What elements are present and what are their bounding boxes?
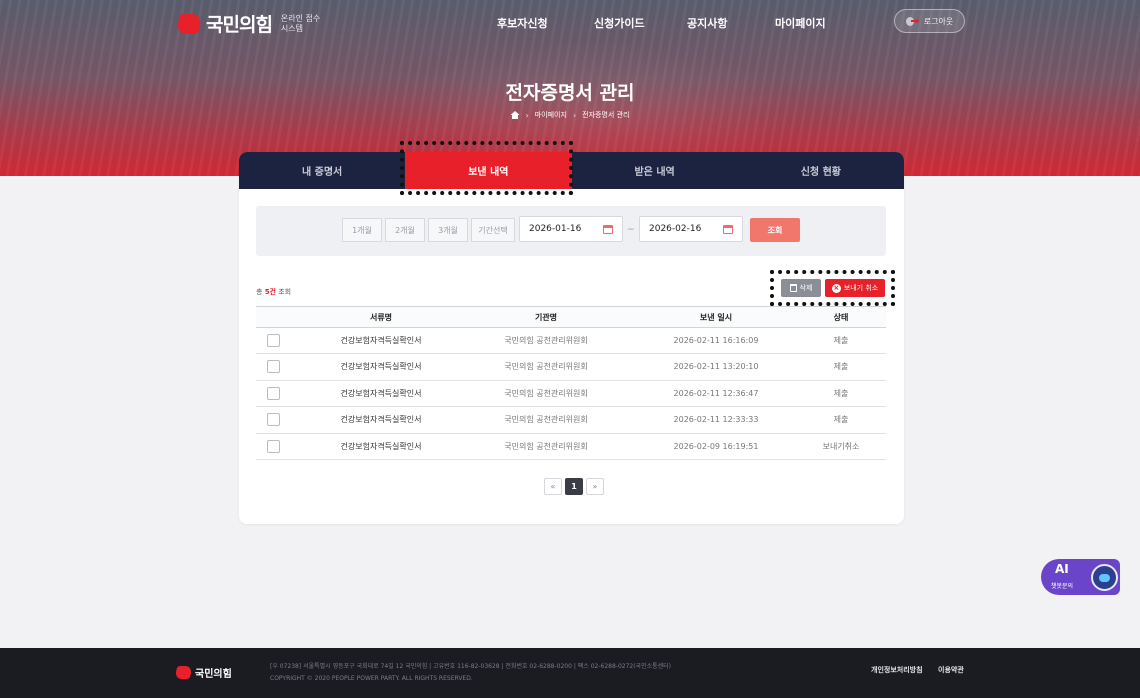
page-1-button[interactable]: 1	[565, 478, 583, 495]
pagination: « 1 »	[544, 478, 604, 495]
cell-organization: 국민의힘 공천관리위원회	[504, 441, 588, 451]
date-filter-panel: 1개월 2개월 3개월 기간선택 2026-01-16 ~ 2026-02-16…	[256, 206, 886, 256]
tab-my-certificates[interactable]: 내 증명서	[239, 152, 405, 189]
row-checkbox[interactable]	[267, 439, 280, 453]
privacy-policy-link[interactable]: 개인정보처리방침	[871, 665, 923, 675]
chatbot-label: 챗봇문의	[1051, 583, 1074, 590]
cell-organization: 국민의힘 공천관리위원회	[504, 415, 588, 425]
nav-guide[interactable]: 신청가이드	[594, 15, 645, 31]
period-1-month-button[interactable]: 1개월	[342, 218, 382, 242]
header-document: 서류명	[369, 313, 393, 322]
sent-history-table: 서류명 기관명 보낸 일시 상태 건강보험자격득실확인서 국민의힘 공천관리위원…	[256, 306, 886, 460]
cell-sent-time: 2026-02-11 16:16:09	[673, 336, 759, 345]
end-date-value: 2026-02-16	[649, 224, 702, 234]
breadcrumb-separator-icon: ›	[525, 110, 529, 120]
header-sent-time: 보낸 일시	[699, 313, 733, 322]
nav-apply-candidate[interactable]: 후보자신청	[497, 15, 548, 31]
cell-document: 건강보험자격득실확인서	[340, 388, 422, 398]
start-date-value: 2026-01-16	[529, 224, 582, 234]
cell-sent-time: 2026-02-09 16:19:51	[673, 441, 759, 451]
logout-label: 로그아웃	[923, 16, 954, 26]
footer: 국민의힘 [우 07238] 서울특별시 영등포구 국회대로 74길 12 국민…	[0, 648, 1140, 698]
search-button[interactable]: 조회	[750, 218, 800, 242]
result-count: 총 5건 조회	[256, 287, 291, 297]
cell-sent-time: 2026-02-11 13:20:10	[673, 362, 759, 372]
breadcrumb-current: 전자증명서 관리	[582, 111, 630, 119]
footer-logo-text: 국민의힘	[195, 669, 232, 680]
cell-document: 건강보험자격득실확인서	[340, 362, 422, 372]
party-logo-icon	[174, 666, 193, 679]
period-custom-button[interactable]: 기간선택	[471, 218, 515, 242]
tab-received-history[interactable]: 받은 내역	[572, 152, 738, 189]
calendar-icon[interactable]	[723, 225, 733, 234]
header-organization: 기관명	[534, 313, 558, 322]
result-count-number: 5건	[264, 288, 276, 296]
cell-status: 보내기취소	[822, 441, 860, 451]
table-row[interactable]: 건강보험자격득실확인서 국민의힘 공천관리위원회 2026-02-11 13:2…	[256, 354, 886, 381]
row-checkbox[interactable]	[267, 334, 280, 347]
page-title: 전자증명서 관리	[505, 82, 635, 104]
cell-sent-time: 2026-02-11 12:36:47	[673, 388, 759, 398]
row-checkbox[interactable]	[267, 413, 280, 427]
chatbot-button[interactable]: AI 챗봇문의	[1041, 559, 1120, 595]
breadcrumb-mypage[interactable]: 마이페이지	[535, 110, 567, 120]
table-row[interactable]: 건강보험자격득실확인서 국민의힘 공천관리위원회 2026-02-11 12:3…	[256, 381, 886, 408]
main-nav: 후보자신청 신청가이드 공지사항 마이페이지	[0, 15, 1140, 31]
period-2-month-button[interactable]: 2개월	[385, 218, 425, 242]
highlight-box-actions	[770, 270, 895, 306]
cell-status: 제출	[833, 415, 849, 425]
cell-status: 제출	[833, 362, 849, 372]
breadcrumb-separator-icon: ›	[572, 110, 577, 120]
date-range-separator: ~	[627, 225, 635, 235]
result-count-suffix: 조회	[278, 288, 292, 296]
page-first-button[interactable]: «	[544, 478, 562, 495]
table-header: 서류명 기관명 보낸 일시 상태	[256, 306, 886, 328]
cell-organization: 국민의힘 공천관리위원회	[504, 388, 588, 398]
tab-request-status[interactable]: 신청 현황	[738, 152, 904, 189]
footer-info: [우 07238] 서울특별시 영등포구 국회대로 74길 12 국민의힘 | …	[270, 661, 671, 685]
breadcrumb: › 마이페이지 › 전자증명서 관리	[0, 110, 1140, 120]
header-status: 상태	[833, 313, 849, 322]
end-date-field[interactable]: 2026-02-16	[639, 216, 743, 242]
cell-document: 건강보험자격득실확인서	[340, 336, 422, 345]
chatbot-title: AI	[1055, 562, 1069, 576]
period-3-month-button[interactable]: 3개월	[428, 218, 468, 242]
logout-icon	[905, 16, 920, 26]
result-count-prefix: 총	[256, 288, 263, 296]
table-row[interactable]: 건강보험자격득실확인서 국민의힘 공천관리위원회 2026-02-11 16:1…	[256, 328, 886, 355]
cell-document: 건강보험자격득실확인서	[340, 441, 422, 451]
footer-logo: 국민의힘	[174, 665, 232, 680]
calendar-icon[interactable]	[603, 225, 613, 234]
home-icon[interactable]	[511, 111, 520, 119]
table-row[interactable]: 건강보험자격득실확인서 국민의힘 공천관리위원회 2026-02-11 12:3…	[256, 407, 886, 434]
footer-copyright: COPYRIGHT © 2020 PEOPLE POWER PARTY. ALL…	[270, 675, 473, 682]
row-checkbox[interactable]	[267, 360, 280, 374]
logout-button[interactable]: 로그아웃	[894, 9, 965, 33]
table-row[interactable]: 건강보험자격득실확인서 국민의힘 공천관리위원회 2026-02-09 16:1…	[256, 434, 886, 460]
highlight-box-tab	[400, 141, 573, 195]
nav-notice[interactable]: 공지사항	[687, 15, 727, 31]
cell-organization: 국민의힘 공천관리위원회	[504, 362, 588, 372]
robot-icon	[1091, 564, 1118, 591]
nav-mypage[interactable]: 마이페이지	[775, 15, 826, 31]
cell-document: 건강보험자격득실확인서	[340, 415, 422, 425]
terms-link[interactable]: 이용약관	[938, 665, 964, 675]
cell-status: 제출	[833, 336, 849, 345]
row-checkbox[interactable]	[267, 386, 280, 400]
cell-status: 제출	[833, 388, 849, 398]
cell-organization: 국민의힘 공천관리위원회	[504, 336, 588, 345]
cell-sent-time: 2026-02-11 12:33:33	[673, 415, 759, 425]
start-date-field[interactable]: 2026-01-16	[519, 216, 623, 242]
page-last-button[interactable]: »	[586, 478, 604, 495]
footer-address: [우 07238] 서울특별시 영등포구 국회대로 74길 12 국민의힘 | …	[270, 663, 672, 670]
